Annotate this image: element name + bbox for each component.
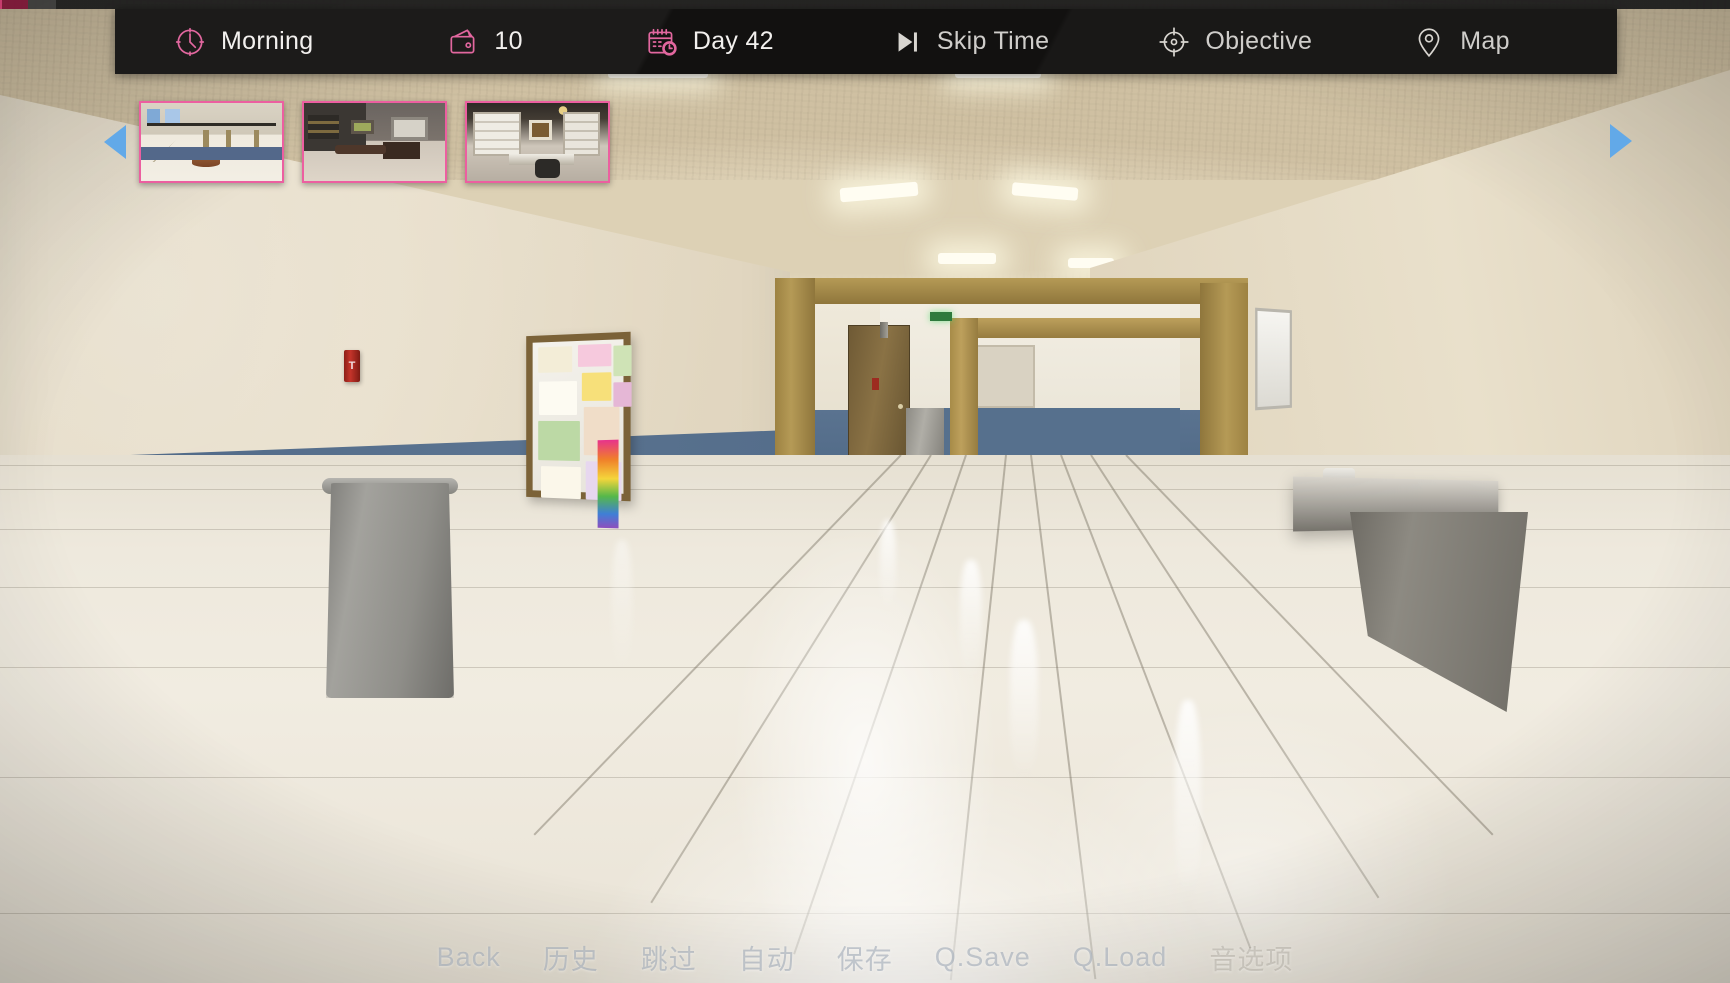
light-reflection: [960, 560, 982, 680]
hud-day-counter[interactable]: Day 42: [645, 25, 774, 59]
bulletin-note: [577, 343, 612, 367]
door-knob: [898, 404, 903, 409]
inner-doorway-header: [950, 318, 1200, 338]
bottom-menu-history[interactable]: 历史: [543, 938, 599, 977]
bottom-menu-skip[interactable]: 跳过: [641, 938, 697, 977]
light-reflection: [1175, 700, 1201, 900]
bottom-menu-options[interactable]: 音选项: [1209, 938, 1293, 977]
hud-money[interactable]: 10: [446, 25, 523, 59]
hanging-poster-strip: [597, 439, 619, 529]
target-icon: [1159, 26, 1189, 57]
window-top-edge: [0, 0, 1730, 9]
hud-map-button[interactable]: Map: [1412, 25, 1510, 59]
exit-sign: [930, 312, 952, 321]
bulletin-note: [613, 345, 632, 377]
bulletin-note: [538, 346, 573, 373]
bottom-menu-back[interactable]: Back: [437, 942, 501, 973]
light-reflection: [612, 540, 632, 670]
bulletin-note: [581, 372, 612, 401]
hud-objective-button[interactable]: Objective: [1157, 25, 1312, 59]
location-thumbnail-3[interactable]: [465, 101, 610, 183]
hud-time-of-day[interactable]: Morning: [173, 25, 313, 59]
light-reflection: [1010, 620, 1038, 780]
wall-fixture: [880, 322, 888, 338]
bottom-menu-auto[interactable]: 自动: [739, 938, 795, 977]
calendar-icon: [648, 28, 677, 56]
hud-day-label: Day 42: [692, 27, 774, 55]
wall-fire-alarm-far: [872, 378, 879, 390]
bulletin-note: [539, 381, 577, 416]
map-pin-icon: [1418, 27, 1440, 57]
thumbnail-image-dining-room: [304, 103, 445, 181]
status-hud-bar: Morning 10 Day 42 Skip Time Objective Ma…: [115, 9, 1617, 74]
wallet-icon: [450, 28, 475, 53]
clock-icon: [175, 27, 205, 56]
bulletin-note: [538, 420, 580, 462]
hud-skip-time-label: Skip Time: [936, 27, 1050, 55]
hud-skip-time-button[interactable]: Skip Time: [889, 25, 1049, 59]
fire-alarm-pull-station: [344, 350, 360, 382]
bottom-menu-bar: Back 历史 跳过 自动 保存 Q.Save Q.Load 音选项: [0, 938, 1730, 977]
location-next-arrow[interactable]: [1610, 124, 1632, 158]
doorway-header-beam: [775, 278, 1248, 304]
game-screen: Morning 10 Day 42: [0, 0, 1730, 983]
hud-money-label: 10: [494, 27, 523, 55]
location-thumbnail-2[interactable]: [302, 101, 447, 183]
skip-icon: [898, 31, 917, 52]
location-prev-arrow[interactable]: [104, 125, 126, 159]
location-thumbnail-1[interactable]: [139, 101, 284, 183]
hud-time-of-day-label: Morning: [221, 27, 314, 55]
bottom-menu-qsave[interactable]: Q.Save: [935, 942, 1031, 973]
hud-objective-label: Objective: [1205, 27, 1313, 55]
bulletin-note: [613, 382, 632, 407]
trash-can: [326, 483, 454, 698]
wall-whiteboard: [1255, 307, 1292, 411]
thumbnail-image-school-atrium: [141, 103, 282, 181]
light-reflection: [880, 520, 896, 610]
bottom-menu-qload[interactable]: Q.Load: [1073, 942, 1168, 973]
bulletin-note: [540, 466, 581, 500]
bottom-menu-save[interactable]: 保存: [837, 938, 893, 977]
location-thumbnail-strip: [139, 101, 610, 183]
ceiling-light: [938, 253, 996, 264]
hud-map-label: Map: [1460, 27, 1510, 55]
thumbnail-image-study-office: [467, 103, 608, 181]
